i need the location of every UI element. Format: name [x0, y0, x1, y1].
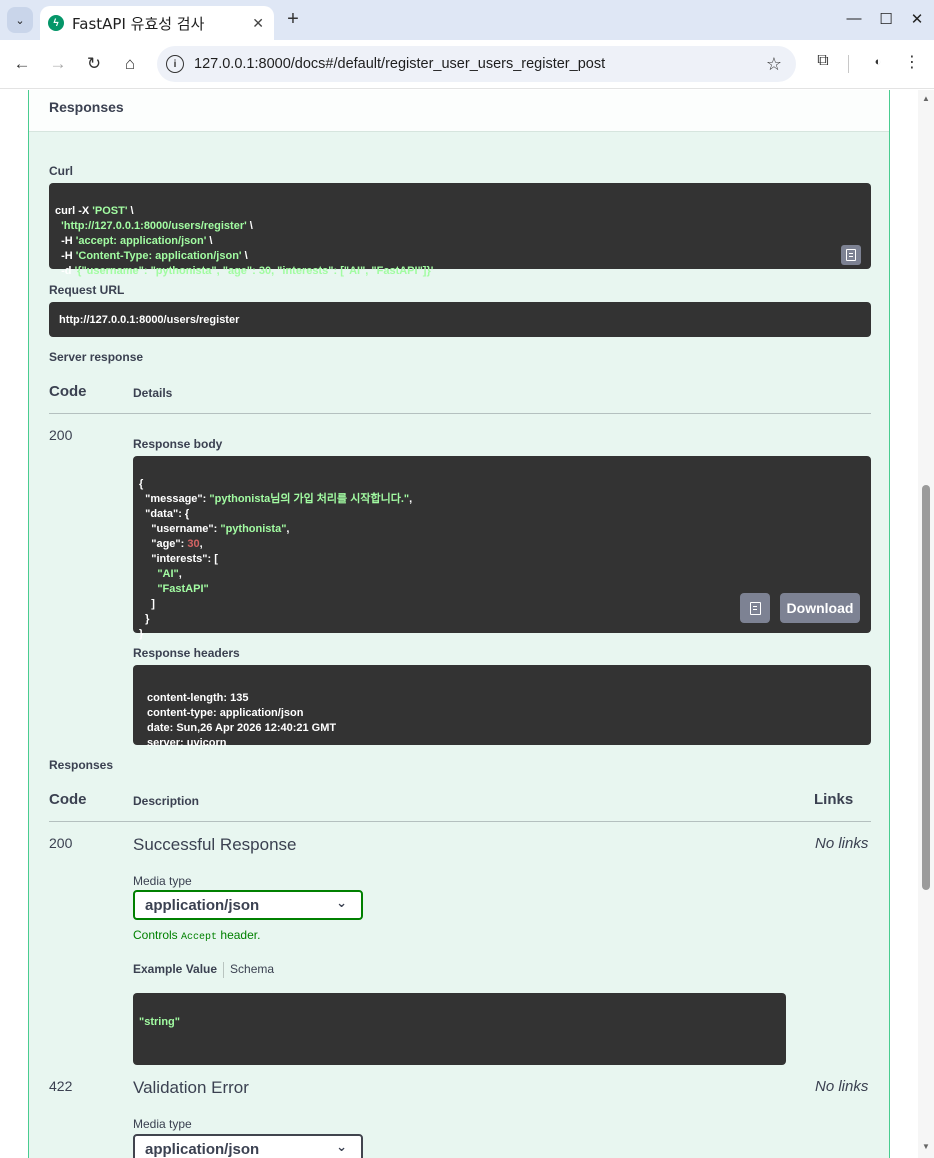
minimize-icon[interactable]: —	[844, 10, 864, 27]
response-code-422: 422	[49, 1078, 73, 1094]
header-line: content-length: 135	[147, 692, 249, 704]
browser-toolbar: ← → ↻ ⌂ i 127.0.0.1:8000/docs#/default/r…	[0, 40, 934, 89]
example-value-code-block[interactable]: "string"	[133, 993, 786, 1065]
scroll-up-icon[interactable]: ▲	[922, 94, 930, 103]
response-description: Validation Error	[133, 1078, 249, 1097]
tab-strip: ⌄ ϟ FastAPI 유효성 검사 ✕ + — ☐ ✕	[0, 0, 934, 40]
media-type-select[interactable]: application/json ⌄	[133, 890, 363, 920]
curl-line: curl -X 'POST' \	[55, 205, 134, 217]
tab-close-icon[interactable]: ✕	[252, 15, 264, 32]
tab-schema[interactable]: Schema	[230, 962, 274, 976]
menu-icon[interactable]: ⋮	[900, 52, 924, 72]
chevron-down-icon: ⌄	[336, 895, 347, 910]
controls-accept-note: Controls Accept header.	[133, 928, 261, 943]
toolbar-separator	[848, 55, 849, 73]
profile-icon[interactable]: ◐	[866, 56, 890, 68]
tab-example-value[interactable]: Example Value	[133, 962, 217, 976]
curl-line: -H 'Content-Type: application/json' \	[55, 250, 248, 262]
request-url-value[interactable]: http://127.0.0.1:8000/users/register	[49, 302, 871, 337]
media-type-label: Media type	[133, 874, 192, 888]
curl-code-block[interactable]: curl -X 'POST' \ 'http://127.0.0.1:8000/…	[49, 183, 871, 277]
home-icon[interactable]: ⌂	[118, 52, 142, 76]
chevron-down-icon: ⌄	[336, 1139, 347, 1154]
new-tab-button[interactable]: +	[282, 8, 304, 31]
code-column-header: Code	[49, 791, 87, 808]
scrollbar-thumb[interactable]	[922, 485, 930, 890]
response-links: No links	[815, 835, 869, 852]
curl-line: -H 'accept: application/json' \	[55, 235, 213, 247]
post-operation-block: Responses Curl curl -X 'POST' \ 'http://…	[28, 90, 890, 1158]
media-type-select[interactable]: application/json ⌄	[133, 1134, 363, 1158]
maximize-icon[interactable]: ☐	[876, 10, 896, 28]
address-bar[interactable]: i 127.0.0.1:8000/docs#/default/register_…	[157, 46, 796, 82]
response-status-code: 200	[49, 427, 73, 443]
forward-icon[interactable]: →	[46, 52, 70, 76]
curl-label: Curl	[49, 164, 73, 178]
copy-curl-icon[interactable]	[841, 245, 861, 265]
media-type-label: Media type	[133, 1117, 192, 1131]
tab-search-icon[interactable]: ⌄	[7, 7, 33, 33]
site-info-icon[interactable]: i	[166, 55, 184, 73]
fastapi-favicon-icon: ϟ	[48, 15, 64, 31]
responses-header-title: Responses	[49, 99, 124, 115]
responses-header: Responses	[29, 90, 889, 132]
header-line: content-type: application/json	[147, 707, 304, 719]
response-body-label: Response body	[133, 437, 223, 451]
url-text[interactable]: 127.0.0.1:8000/docs#/default/register_us…	[194, 56, 766, 72]
response-body-code-block[interactable]: { "message": "pythonista님의 가입 처리를 시작합니다.…	[133, 456, 871, 640]
media-type-value: application/json	[145, 897, 260, 914]
header-line: server: uvicorn	[147, 737, 227, 749]
header-line: date: Sun,26 Apr 2026 12:40:21 GMT	[147, 722, 337, 734]
documented-responses-label: Responses	[49, 758, 114, 772]
vertical-scrollbar[interactable]: ▲ ▼	[918, 90, 934, 1158]
download-button[interactable]: Download	[780, 593, 860, 623]
tab-title: FastAPI 유효성 검사	[72, 14, 205, 33]
response-links: No links	[815, 1078, 869, 1095]
scroll-down-icon[interactable]: ▼	[922, 1142, 930, 1151]
reload-icon[interactable]: ↻	[82, 52, 106, 76]
extensions-icon[interactable]: ⧉	[811, 52, 835, 70]
code-column-header: Code	[49, 383, 87, 400]
description-column-header: Description	[133, 794, 200, 808]
page-content: Responses Curl curl -X 'POST' \ 'http://…	[0, 90, 918, 1158]
curl-line: 'http://127.0.0.1:8000/users/register' \	[61, 220, 253, 232]
close-icon[interactable]: ✕	[907, 10, 927, 28]
curl-line: -d '{"username": "pythonista", "age": 30…	[55, 265, 434, 277]
response-code-200: 200	[49, 835, 73, 851]
details-column-header: Details	[133, 386, 173, 400]
server-response-label: Server response	[49, 350, 144, 364]
response-description: Successful Response	[133, 835, 297, 854]
table-header-rule	[49, 821, 871, 822]
table-header-rule	[49, 413, 871, 414]
response-headers-label: Response headers	[133, 646, 240, 660]
back-icon[interactable]: ←	[10, 52, 34, 76]
response-headers-code-block[interactable]: content-length: 135 content-type: applica…	[133, 665, 871, 749]
request-url-label: Request URL	[49, 283, 125, 297]
browser-tab[interactable]: ϟ FastAPI 유효성 검사 ✕	[40, 6, 274, 40]
copy-response-icon[interactable]	[740, 593, 770, 623]
bookmark-star-icon[interactable]: ☆	[766, 54, 782, 75]
example-schema-tabs: Example Value Schema	[133, 962, 274, 978]
links-column-header: Links	[814, 791, 854, 808]
media-type-value: application/json	[145, 1141, 260, 1158]
